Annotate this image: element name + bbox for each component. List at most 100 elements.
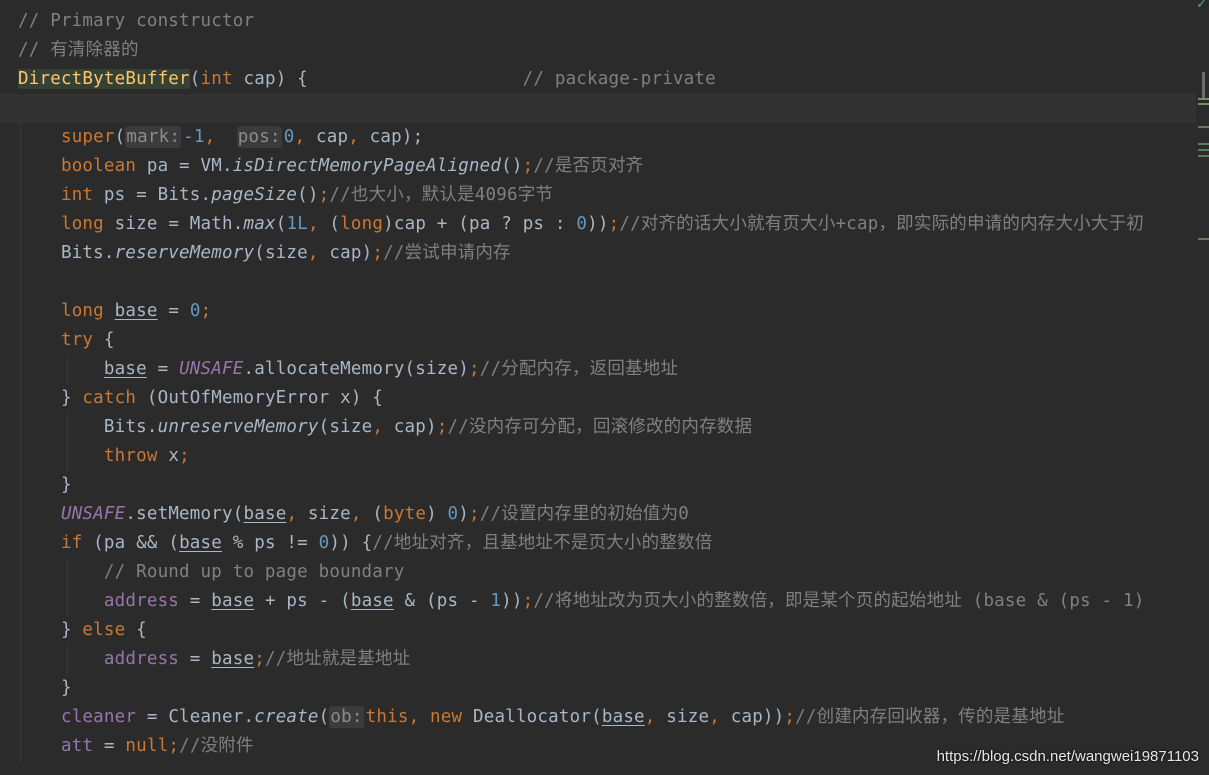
code-token: ) <box>426 504 448 524</box>
code-token: UNSAFE <box>179 359 244 379</box>
code-token: this <box>365 707 409 727</box>
code-token: , <box>307 243 330 263</box>
code-token: //对齐的话大小就有页大小+cap，即实际的申请的内存大小大于初 <box>619 214 1144 234</box>
code-line[interactable]: } <box>0 674 1209 703</box>
code-line[interactable]: } catch (OutOfMemoryError x) { <box>0 384 1209 413</box>
watermark: https://blog.csdn.net/wangwei19871103 <box>936 748 1199 765</box>
code-token: (size <box>254 243 308 263</box>
code-token: Bits. <box>18 243 115 263</box>
code-line[interactable]: Bits.unreserveMemory(size, cap);//没内存可分配… <box>0 413 1209 442</box>
code-token: size <box>666 707 710 727</box>
code-token: isDirectMemoryPageAligned <box>232 156 502 176</box>
code-token: , <box>348 127 370 147</box>
code-token: base <box>350 591 394 611</box>
code-token: 0 <box>189 301 201 321</box>
code-token: ; <box>372 243 384 263</box>
code-token: base <box>103 359 147 379</box>
code-token: base <box>211 649 255 669</box>
parameter-hint: ob: <box>329 706 364 728</box>
scrollbar-thumb[interactable] <box>1202 72 1205 100</box>
code-token: = <box>146 359 180 379</box>
code-token: = <box>93 736 126 756</box>
code-line[interactable]: super(mark: -1, pos: 0, cap, cap); <box>0 123 1209 152</box>
code-token: & (ps - <box>393 591 491 611</box>
code-token: ; <box>608 214 620 234</box>
code-token: ; <box>436 417 448 437</box>
code-token: ( <box>318 707 330 727</box>
code-line[interactable] <box>0 94 1209 123</box>
code-token: % ps != <box>222 533 319 553</box>
error-stripe: ✓ <box>1196 0 1209 775</box>
code-line[interactable] <box>0 268 1209 297</box>
code-token: = <box>179 591 212 611</box>
code-token: ( <box>275 214 287 234</box>
code-token: ( <box>329 214 341 234</box>
code-token: //没内存可分配，回滚修改的内存数据 <box>447 417 753 437</box>
parameter-hint: pos: <box>236 126 282 148</box>
code-token: //地址对齐，且基地址不是页大小的整数倍 <box>372 533 713 553</box>
code-token: //创建内存回收器，传的是基地址 <box>795 707 1065 727</box>
code-token: , <box>286 504 308 524</box>
code-token: cap) { <box>232 69 523 89</box>
code-line[interactable]: Bits.reserveMemory(size, cap);//尝试申请内存 <box>0 239 1209 268</box>
code-token: , <box>307 214 330 234</box>
code-line[interactable]: } else { <box>0 616 1209 645</box>
code-line[interactable]: address = base + ps - (base & (ps - 1));… <box>0 587 1209 616</box>
code-line[interactable]: int ps = Bits.pageSize();//也大小，默认是4096字节 <box>0 181 1209 210</box>
code-token: else <box>82 620 126 640</box>
code-token: -1 <box>183 127 205 147</box>
code-line[interactable]: // 有清除器的 <box>0 36 1209 65</box>
code-token: , <box>294 127 316 147</box>
code-editor[interactable]: // Primary constructor // 有清除器的 DirectByte… <box>0 0 1209 775</box>
code-token: () <box>501 156 523 176</box>
code-token: reserveMemory <box>114 243 255 263</box>
code-line[interactable]: UNSAFE.setMemory(base, size, (byte) 0);/… <box>0 500 1209 529</box>
code-line[interactable]: address = base;//地址就是基地址 <box>0 645 1209 674</box>
code-token: )) <box>501 591 523 611</box>
code-token: ( <box>114 127 126 147</box>
code-token: , <box>372 417 394 437</box>
code-token: , <box>204 127 237 147</box>
code-token: DirectByteBuffer <box>18 69 190 89</box>
code-line[interactable]: DirectByteBuffer(int cap) { // package-p… <box>0 65 1209 94</box>
code-token: int <box>60 185 94 205</box>
code-token: () <box>297 185 319 205</box>
code-token: 0 <box>576 214 588 234</box>
code-token: //没附件 <box>179 736 254 756</box>
code-line[interactable]: // Round up to page boundary <box>0 558 1209 587</box>
code-token: } <box>18 678 72 698</box>
code-token: .setMemory( <box>125 504 244 524</box>
code-token: // Primary constructor <box>18 11 255 31</box>
code-line[interactable]: try { <box>0 326 1209 355</box>
code-token: UNSAFE <box>60 504 126 524</box>
code-line[interactable]: throw x; <box>0 442 1209 471</box>
code-token: } <box>18 620 83 640</box>
code-token: //地址就是基地址 <box>264 649 411 669</box>
code-token: //也大小，默认是4096字节 <box>329 185 554 205</box>
code-line[interactable]: cleaner = Cleaner.create(ob: this, new De… <box>0 703 1209 732</box>
code-token: //是否页对齐 <box>533 156 644 176</box>
code-token: super <box>60 127 115 147</box>
code-token: catch <box>82 388 137 408</box>
scroll-marker <box>1198 103 1209 105</box>
code-line[interactable]: long base = 0; <box>0 297 1209 326</box>
parameter-hint: mark: <box>125 126 182 148</box>
code-line[interactable]: } <box>0 471 1209 500</box>
code-token: cap) <box>393 417 437 437</box>
code-token: try <box>60 330 94 350</box>
code-token: pageSize <box>211 185 298 205</box>
code-token: ( <box>372 504 384 524</box>
code-line[interactable]: // Primary constructor <box>0 7 1209 36</box>
code-token: byte <box>383 504 427 524</box>
code-line[interactable]: base = UNSAFE.allocateMemory(size);//分配内… <box>0 355 1209 384</box>
code-token: cap <box>315 127 349 147</box>
code-line[interactable]: boolean pa = VM.isDirectMemoryPageAligne… <box>0 152 1209 181</box>
code-token: Deallocator( <box>462 707 602 727</box>
code-line[interactable]: if (pa && (base % ps != 0)) {//地址对齐，且基地址… <box>0 529 1209 558</box>
code-line[interactable]: long size = Math.max(1L, (long)cap + (pa… <box>0 210 1209 239</box>
